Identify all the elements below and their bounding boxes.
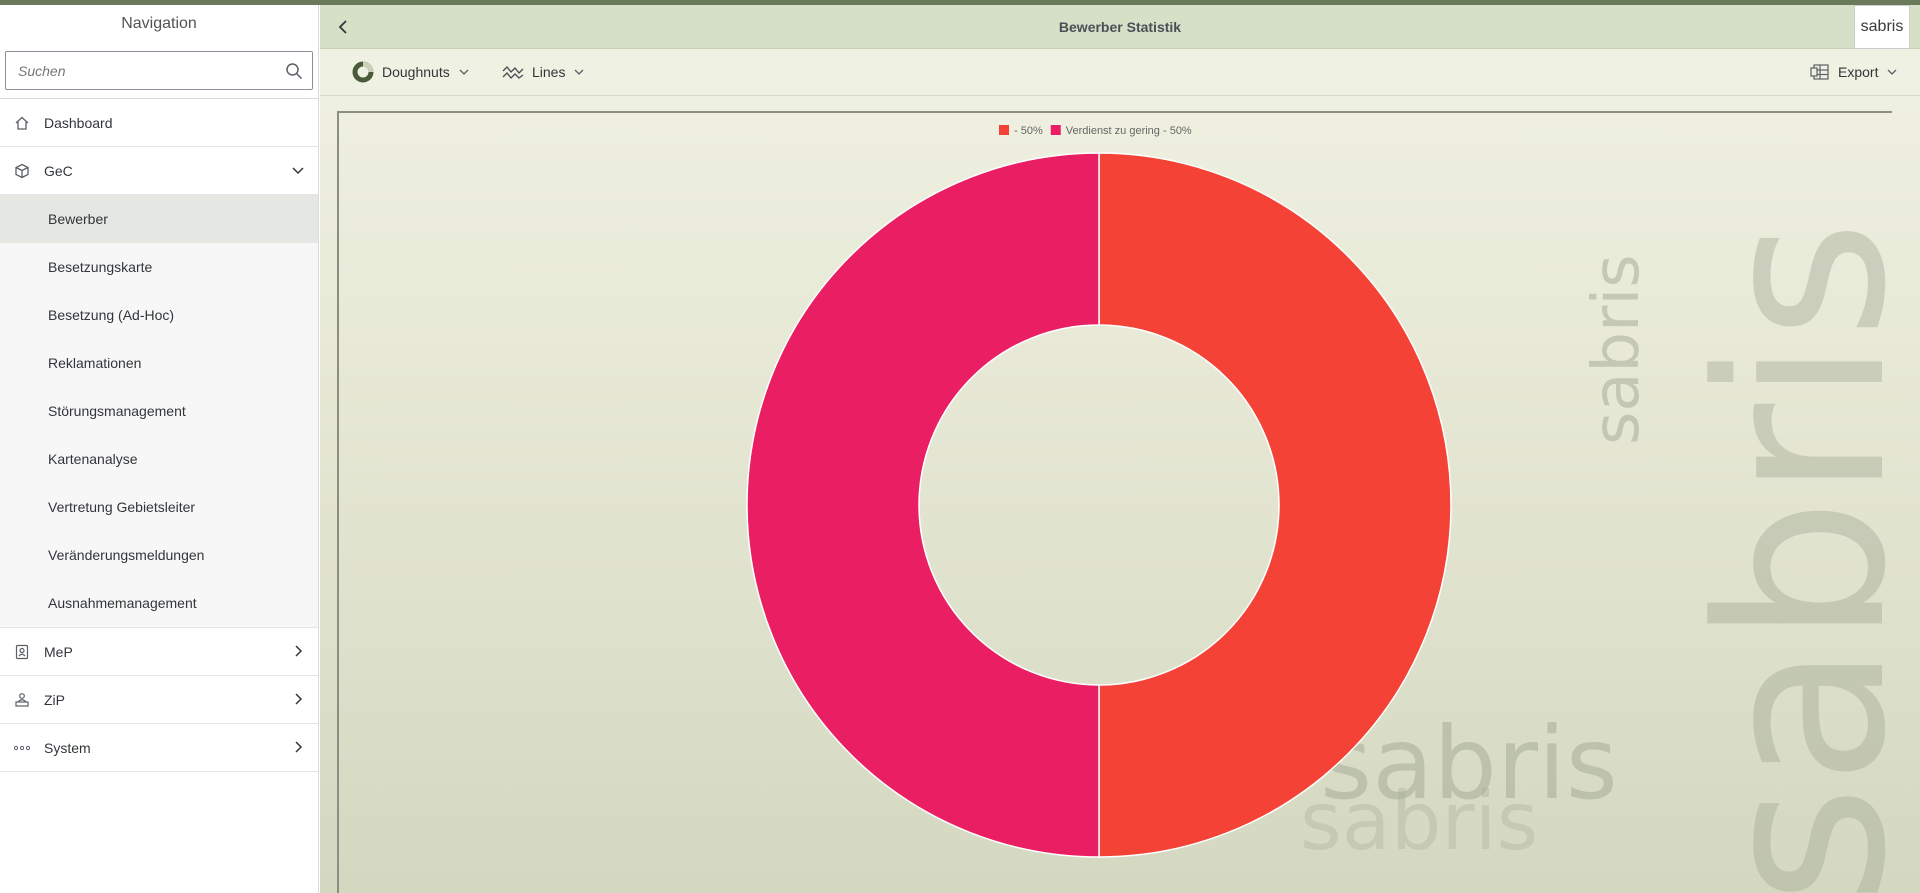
gec-submenu: Bewerber Besetzungskarte Besetzung (Ad-H… — [0, 195, 318, 628]
search-input[interactable] — [6, 52, 312, 89]
chevron-down-icon — [1888, 69, 1897, 75]
chevron-down-icon — [292, 167, 304, 175]
person-desk-icon — [12, 690, 32, 710]
chevron-right-icon — [295, 741, 303, 753]
back-button[interactable] — [328, 12, 358, 42]
legend-swatch — [1050, 125, 1061, 135]
export-label: Export — [1838, 64, 1879, 80]
chevron-right-icon — [295, 693, 303, 705]
chart-type-button[interactable]: Doughnuts — [344, 56, 478, 88]
chevron-down-icon — [459, 69, 469, 75]
sub-item-reklamationen[interactable]: Reklamationen — [0, 339, 318, 387]
sub-item-bewerber[interactable]: Bewerber — [0, 195, 318, 243]
nav-item-label: ZiP — [44, 691, 65, 708]
sub-item-veraenderungsmeldungen[interactable]: Veränderungsmeldungen — [0, 531, 318, 579]
sabris-logo: sabris — [1854, 5, 1910, 49]
sub-item-besetzungskarte[interactable]: Besetzungskarte — [0, 243, 318, 291]
cube-icon — [12, 161, 32, 181]
export-table-icon — [1810, 64, 1829, 80]
export-button[interactable]: Export — [1802, 56, 1906, 88]
line-chart-icon — [502, 65, 524, 80]
doughnut-slice[interactable] — [746, 152, 1100, 858]
sub-item-besetzung-adhoc[interactable]: Besetzung (Ad-Hoc) — [0, 291, 318, 339]
nav-item-mep[interactable]: MeP — [0, 628, 318, 676]
doughnut-chart: - 50% Verdienst zu gering - 50% — [746, 125, 1452, 858]
search-field — [5, 51, 313, 90]
nav-item-dashboard[interactable]: Dashboard — [0, 99, 318, 147]
line-type-button[interactable]: Lines — [494, 56, 593, 88]
navigation-sidebar: Navigation Dashboard GeC Bewerber Besetz… — [0, 5, 319, 893]
nav-item-label: MeP — [44, 643, 73, 660]
home-icon — [12, 113, 32, 133]
sub-item-ausnahmemanagement[interactable]: Ausnahmemanagement — [0, 579, 318, 627]
nav-item-gec[interactable]: GeC — [0, 147, 318, 195]
nav-item-label: Dashboard — [44, 114, 113, 131]
doughnut-chart-icon — [352, 61, 374, 83]
chevron-down-icon — [575, 69, 584, 75]
navigation-title: Navigation — [121, 15, 197, 32]
legend-label: Verdienst zu gering - 50% — [1066, 125, 1192, 137]
nav-item-label: System — [44, 739, 91, 756]
nav-item-system[interactable]: System — [0, 724, 318, 772]
chart-type-label: Doughnuts — [382, 64, 450, 80]
nav-item-label: GeC — [44, 162, 73, 179]
more-dots-icon — [12, 738, 32, 758]
chart-toolbar: Doughnuts Lines Export — [320, 49, 1920, 96]
search-area — [0, 43, 318, 99]
page-title: Bewerber Statistik — [1058, 19, 1182, 35]
search-icon[interactable] — [285, 62, 303, 80]
legend-label: - 50% — [1014, 125, 1043, 137]
chevron-left-icon — [338, 20, 347, 34]
doughnut-slice[interactable] — [1098, 152, 1452, 858]
page-header: Bewerber Statistik sabris — [320, 5, 1920, 49]
chevron-right-icon — [295, 645, 303, 657]
sub-item-kartenanalyse[interactable]: Kartenanalyse — [0, 435, 318, 483]
legend-swatch — [999, 125, 1009, 135]
sub-item-stoerungsmanagement[interactable]: Störungsmanagement — [0, 387, 318, 435]
chart-legend: - 50% Verdienst zu gering - 50% — [999, 125, 1192, 137]
nav-item-zip[interactable]: ZiP — [0, 676, 318, 724]
contact-card-icon — [12, 642, 32, 662]
chart-container: - 50% Verdienst zu gering - 50% — [337, 111, 1892, 893]
main-content: sabris sabris sabris sabris Bewerber Sta… — [320, 5, 1920, 893]
sub-item-vertretung-gebietsleiter[interactable]: Vertretung Gebietsleiter — [0, 483, 318, 531]
line-type-label: Lines — [532, 64, 566, 80]
